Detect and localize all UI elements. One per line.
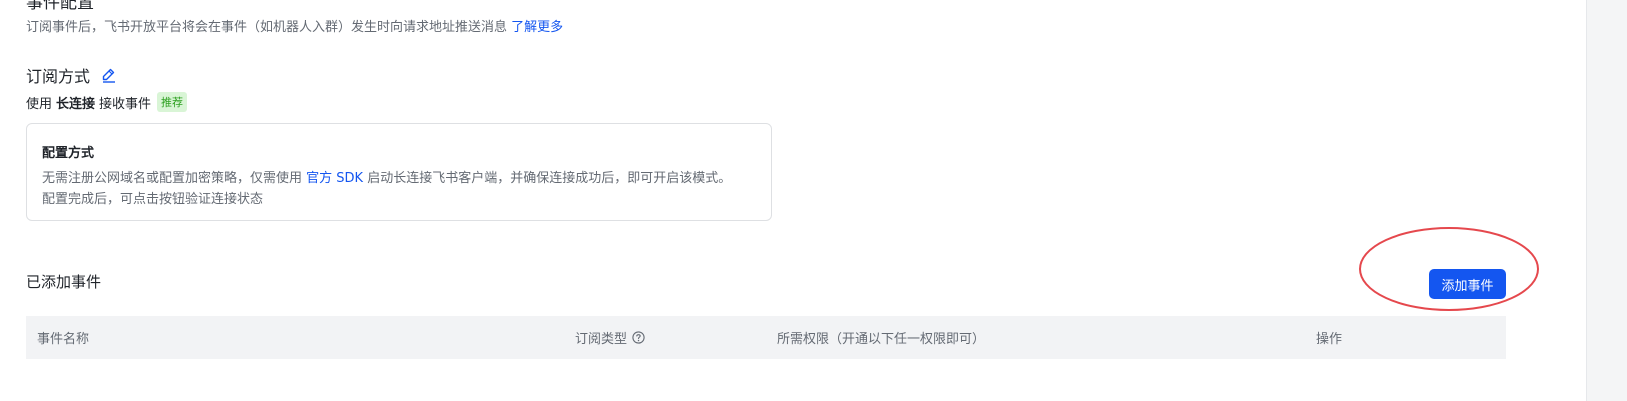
events-table-header: 事件名称 订阅类型 所需权限（开通以下任一权限即可） 操作	[26, 316, 1506, 359]
recommended-badge: 推荐	[157, 92, 188, 112]
right-side-gutter	[1586, 0, 1627, 401]
section-description: 订阅事件后，飞书开放平台将会在事件（如机器人入群）发生时向请求地址推送消息 了解…	[26, 16, 563, 35]
method-prefix: 使用	[26, 96, 53, 112]
config-box-line-2: 配置完成后，可点击按钮验证连接状态	[42, 192, 264, 207]
description-text: 订阅事件后，飞书开放平台将会在事件（如机器人入群）发生时向请求地址推送消息	[26, 20, 508, 35]
column-event-name: 事件名称	[37, 316, 89, 359]
column-event-name-label: 事件名称	[37, 332, 90, 347]
column-required-permissions: 所需权限（开通以下任一权限即可）	[777, 316, 985, 359]
column-subscription-type-label: 订阅类型	[575, 332, 628, 347]
question-circle-icon[interactable]	[632, 331, 645, 344]
added-events-title: 已添加事件	[26, 273, 102, 291]
config-box-title: 配置方式	[42, 146, 95, 161]
column-subscription-type: 订阅类型	[575, 316, 645, 359]
edit-icon[interactable]	[100, 66, 118, 84]
subscription-header: 订阅方式	[26, 63, 118, 87]
config-line1-before: 无需注册公网域名或配置加密策略，仅需使用	[42, 171, 303, 186]
subscription-method-line: 使用 长连接 接收事件 推荐	[26, 92, 188, 112]
column-actions-label: 操作	[1316, 332, 1343, 347]
learn-more-link[interactable]: 了解更多	[511, 20, 563, 35]
method-name: 长连接	[56, 96, 96, 112]
config-info-box: 配置方式 无需注册公网域名或配置加密策略，仅需使用 官方 SDK 启动长连接飞书…	[26, 123, 772, 221]
add-event-button[interactable]: 添加事件	[1429, 269, 1506, 299]
config-line1-after: 启动长连接飞书客户端，并确保连接成功后，即可开启该模式。	[367, 171, 732, 186]
official-sdk-link[interactable]: 官方 SDK	[306, 171, 363, 186]
config-box-line-1: 无需注册公网域名或配置加密策略，仅需使用 官方 SDK 启动长连接飞书客户端，并…	[42, 168, 756, 189]
method-suffix: 接收事件	[99, 96, 152, 112]
section-title: 事件配置	[26, 0, 94, 13]
column-actions: 操作	[1316, 316, 1342, 359]
subscription-title: 订阅方式	[26, 67, 91, 86]
event-config-panel: 事件配置 订阅事件后，飞书开放平台将会在事件（如机器人入群）发生时向请求地址推送…	[0, 0, 1586, 401]
column-required-permissions-label: 所需权限（开通以下任一权限即可）	[777, 332, 986, 347]
